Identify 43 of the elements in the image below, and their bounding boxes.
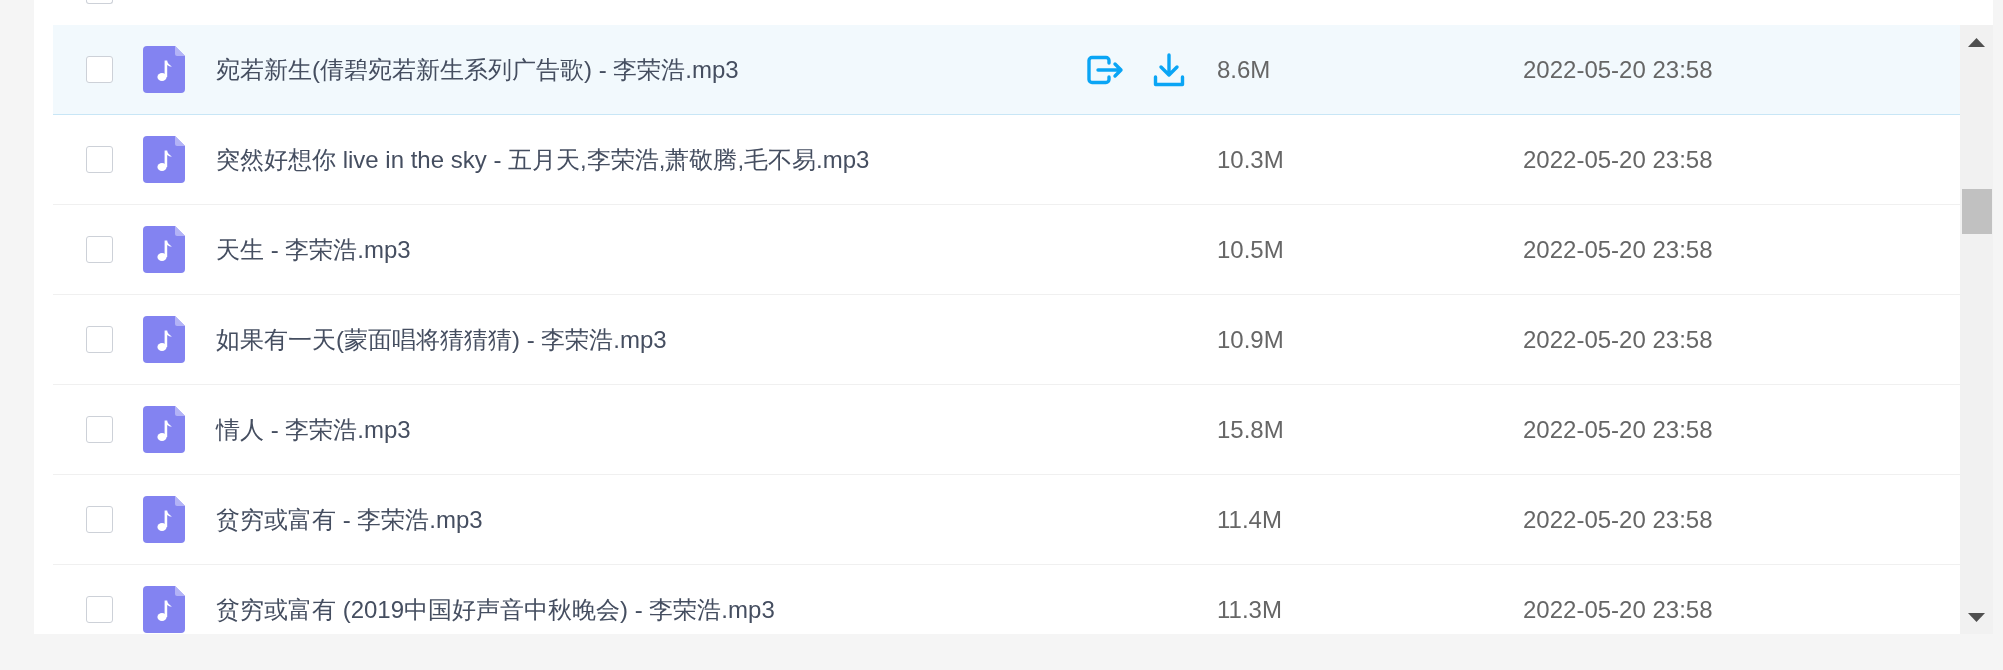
modified-date: 2022-05-20 23:58 — [1523, 594, 1713, 625]
music-file-icon — [143, 136, 185, 183]
file-size: 15.8M — [1217, 414, 1285, 445]
checkbox[interactable] — [86, 506, 113, 533]
scrollbar-thumb[interactable] — [1961, 189, 1992, 234]
checkbox[interactable] — [86, 236, 113, 263]
music-file-icon — [143, 406, 185, 453]
export-icon[interactable] — [1087, 53, 1124, 86]
file-size: 11.3M — [1217, 594, 1283, 625]
modified-date: 2022-05-20 23:58 — [1523, 54, 1713, 85]
checkbox[interactable] — [86, 326, 113, 353]
up-arrow-icon[interactable] — [1968, 38, 1985, 47]
file-name: 天生 - 李荣浩.mp3 — [216, 234, 412, 265]
file-size: 10.9M — [1217, 324, 1285, 355]
modified-date: 2022-05-20 23:58 — [1523, 414, 1713, 445]
download-icon[interactable] — [1153, 52, 1185, 87]
file-name: 宛若新生(倩碧宛若新生系列广告歌) - 李荣浩.mp3 — [216, 54, 740, 85]
checkbox[interactable] — [86, 146, 113, 173]
file-size: 10.3M — [1217, 144, 1285, 175]
checkbox[interactable] — [86, 56, 113, 83]
music-file-icon — [143, 46, 185, 93]
checkbox[interactable] — [86, 416, 113, 443]
file-name: 贫穷或富有 (2019中国好声音中秋晚会) - 李荣浩.mp3 — [216, 594, 776, 625]
file-row[interactable]: 宛若新生(倩碧宛若新生系列广告歌) - 李荣浩.mp3 8.6M 2022-05-20 23:58 — [53, 25, 1960, 115]
file-name: 贫穷或富有 - 李荣浩.mp3 — [216, 504, 484, 535]
scrollbar[interactable] — [1960, 25, 1993, 634]
music-file-icon — [143, 316, 185, 363]
modified-date: 2022-05-20 23:58 — [1523, 324, 1713, 355]
file-size: 8.6M — [1217, 54, 1272, 85]
music-file-icon — [143, 226, 185, 273]
checkbox[interactable] — [86, 596, 113, 623]
file-name: 情人 - 李荣浩.mp3 — [216, 414, 412, 445]
file-name: 突然好想你 live in the sky - 五月天,李荣浩,萧敬腾,毛不易.mp3 — [216, 144, 871, 175]
file-size: 10.5M — [1217, 234, 1285, 265]
checkbox[interactable] — [86, 0, 113, 4]
modified-date: 2022-05-20 23:58 — [1523, 504, 1713, 535]
file-name: 如果有一天(蒙面唱将猜猜猜) - 李荣浩.mp3 — [216, 324, 668, 355]
modified-date: 2022-05-20 23:58 — [1523, 144, 1713, 175]
modified-date: 2022-05-20 23:58 — [1523, 234, 1713, 265]
file-size: 11.4M — [1217, 504, 1283, 535]
down-arrow-icon[interactable] — [1968, 613, 1985, 622]
music-file-icon — [143, 496, 185, 543]
music-file-icon — [143, 586, 185, 633]
